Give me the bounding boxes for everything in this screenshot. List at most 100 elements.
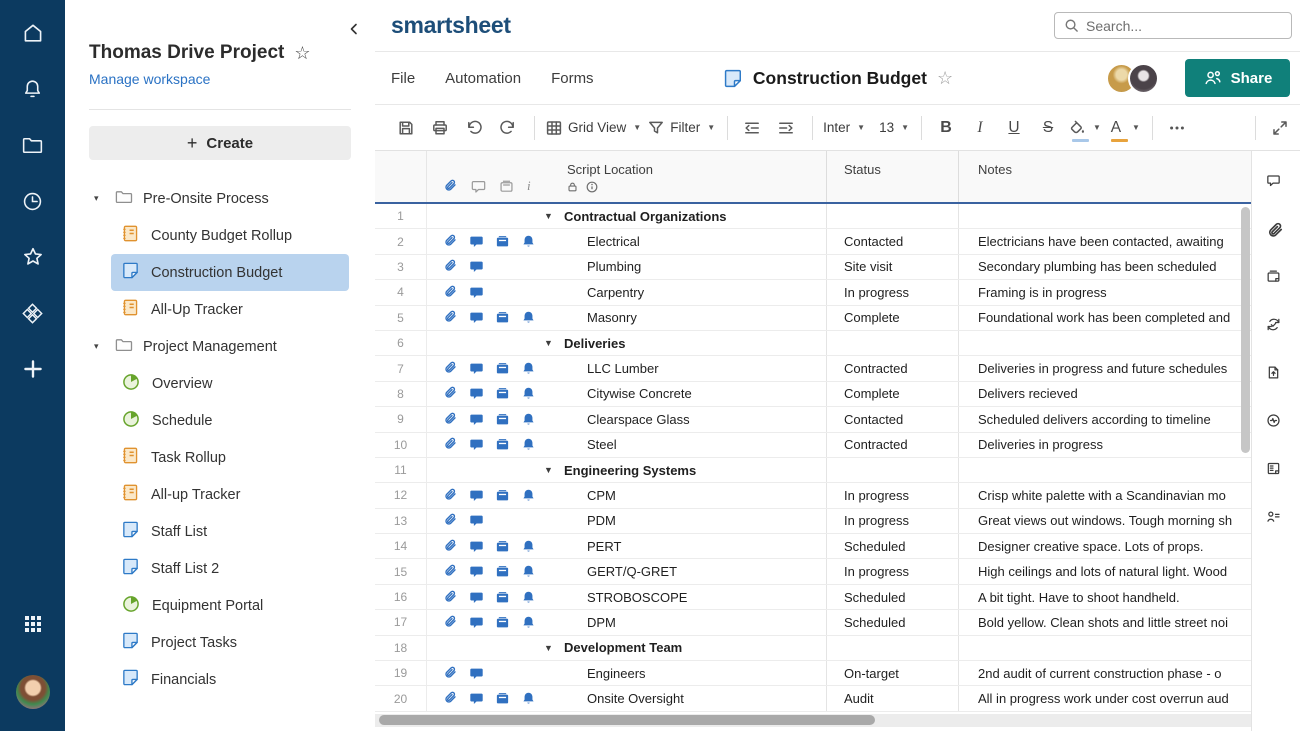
primary-cell[interactable]: PERT: [537, 534, 826, 558]
row-number[interactable]: 18: [375, 636, 427, 660]
primary-cell[interactable]: DPM: [537, 610, 826, 634]
row-number[interactable]: 9: [375, 407, 427, 431]
triangle-down-icon[interactable]: ▾: [94, 341, 105, 352]
primary-cell[interactable]: Clearspace Glass: [537, 407, 826, 431]
underline-button[interactable]: U: [1000, 113, 1028, 143]
reminder-icon[interactable]: [521, 615, 536, 630]
comment-icon[interactable]: [469, 666, 484, 681]
row-number[interactable]: 16: [375, 585, 427, 609]
attachment-icon[interactable]: [443, 437, 458, 452]
notes-cell[interactable]: [958, 331, 1240, 355]
notes-cell[interactable]: Deliveries in progress: [958, 433, 1240, 457]
primary-cell[interactable]: STROBOSCOPE: [537, 585, 826, 609]
reminder-icon[interactable]: [521, 361, 536, 376]
attachment-icon[interactable]: [443, 412, 458, 427]
proofs-icon[interactable]: [1256, 255, 1296, 303]
primary-cell[interactable]: Citywise Concrete: [537, 382, 826, 406]
notes-cell[interactable]: Delivers recieved: [958, 382, 1240, 406]
account-avatar[interactable]: [16, 675, 50, 709]
attachment-icon[interactable]: [443, 666, 458, 681]
row-number[interactable]: 14: [375, 534, 427, 558]
vertical-scrollbar[interactable]: [1241, 207, 1250, 453]
row-number[interactable]: 1: [375, 204, 427, 228]
reminder-icon[interactable]: [521, 234, 536, 249]
manage-workspace-link[interactable]: Manage workspace: [89, 71, 351, 87]
attachment-icon[interactable]: [443, 285, 458, 300]
attachment-icon[interactable]: [443, 564, 458, 579]
conversations-icon[interactable]: [1256, 159, 1296, 207]
primary-cell[interactable]: Onsite Oversight: [537, 686, 826, 710]
row-number[interactable]: 12: [375, 483, 427, 507]
row-number[interactable]: 2: [375, 229, 427, 253]
proof-icon[interactable]: [495, 437, 510, 452]
sidebar-item-project-tasks[interactable]: Project Tasks: [111, 624, 349, 661]
proof-icon[interactable]: [495, 386, 510, 401]
sidebar-item-task-rollup[interactable]: Task Rollup: [111, 439, 349, 476]
reminder-icon[interactable]: [521, 386, 536, 401]
row-number[interactable]: 19: [375, 661, 427, 685]
status-cell[interactable]: In progress: [826, 280, 958, 304]
row-info-icon[interactable]: i: [527, 178, 531, 194]
attachment-icon[interactable]: [443, 488, 458, 503]
fill-color-button[interactable]: ▼: [1068, 113, 1101, 143]
share-button[interactable]: Share: [1185, 59, 1290, 97]
notes-column-header[interactable]: Notes: [958, 151, 1240, 202]
status-cell[interactable]: [826, 636, 958, 660]
status-cell[interactable]: [826, 458, 958, 482]
collapse-triangle-icon[interactable]: ▼: [544, 211, 558, 221]
sidebar-item-all-up-tracker[interactable]: All-up Tracker: [111, 476, 349, 513]
attachment-icon[interactable]: [443, 615, 458, 630]
attachment-icon[interactable]: [443, 691, 458, 706]
comment-icon[interactable]: [469, 361, 484, 376]
publish-icon[interactable]: [1256, 351, 1296, 399]
proof-icon[interactable]: [495, 234, 510, 249]
notes-cell[interactable]: Bold yellow. Clean shots and little stre…: [958, 610, 1240, 634]
reminder-icon[interactable]: [521, 590, 536, 605]
comment-icon[interactable]: [469, 615, 484, 630]
sidebar-item-staff-list-2[interactable]: Staff List 2: [111, 550, 349, 587]
notes-cell[interactable]: Foundational work has been completed and: [958, 306, 1240, 330]
sidebar-item-staff-list[interactable]: Staff List: [111, 513, 349, 550]
reminder-icon[interactable]: [521, 691, 536, 706]
comment-icon[interactable]: [469, 259, 484, 274]
reminder-icon[interactable]: [521, 310, 536, 325]
row-number[interactable]: 13: [375, 509, 427, 533]
attachment-icon[interactable]: [443, 539, 458, 554]
outdent-button[interactable]: [738, 113, 766, 143]
create-icon[interactable]: [14, 350, 52, 388]
primary-cell[interactable]: ▼Deliveries: [537, 331, 826, 355]
attachment-icon[interactable]: [443, 234, 458, 249]
notes-cell[interactable]: Great views out windows. Tough morning s…: [958, 509, 1240, 533]
notes-cell[interactable]: [958, 458, 1240, 482]
menu-automation[interactable]: Automation: [445, 70, 521, 87]
notes-cell[interactable]: A bit tight. Have to shoot handheld.: [958, 585, 1240, 609]
proof-icon[interactable]: [495, 691, 510, 706]
notes-cell[interactable]: 2nd audit of current construction phase …: [958, 661, 1240, 685]
collaborator-avatar[interactable]: [1128, 63, 1159, 94]
proof-icon[interactable]: [495, 590, 510, 605]
comment-icon[interactable]: [469, 564, 484, 579]
notes-cell[interactable]: Secondary plumbing has been scheduled: [958, 255, 1240, 279]
primary-cell[interactable]: Plumbing: [537, 255, 826, 279]
row-number[interactable]: 5: [375, 306, 427, 330]
row-number[interactable]: 17: [375, 610, 427, 634]
proof-icon[interactable]: [495, 615, 510, 630]
status-cell[interactable]: [826, 331, 958, 355]
row-number[interactable]: 6: [375, 331, 427, 355]
row-number[interactable]: 15: [375, 559, 427, 583]
reminder-icon[interactable]: [521, 564, 536, 579]
notes-cell[interactable]: Scheduled delivers according to timeline: [958, 407, 1240, 431]
attachment-icon[interactable]: [443, 259, 458, 274]
comment-icon[interactable]: [469, 310, 484, 325]
row-number[interactable]: 11: [375, 458, 427, 482]
status-cell[interactable]: Audit: [826, 686, 958, 710]
bold-button[interactable]: B: [932, 113, 960, 143]
attachment-icon[interactable]: [443, 179, 458, 194]
collapse-triangle-icon[interactable]: ▼: [544, 338, 558, 348]
redo-button[interactable]: [494, 113, 522, 143]
comment-icon[interactable]: [469, 691, 484, 706]
primary-cell[interactable]: Steel: [537, 433, 826, 457]
sidebar-folder-pre-onsite-process[interactable]: ▾Pre-Onsite Process: [65, 180, 375, 217]
sidebar-folder-project-management[interactable]: ▾Project Management: [65, 328, 375, 365]
reminder-icon[interactable]: [521, 488, 536, 503]
